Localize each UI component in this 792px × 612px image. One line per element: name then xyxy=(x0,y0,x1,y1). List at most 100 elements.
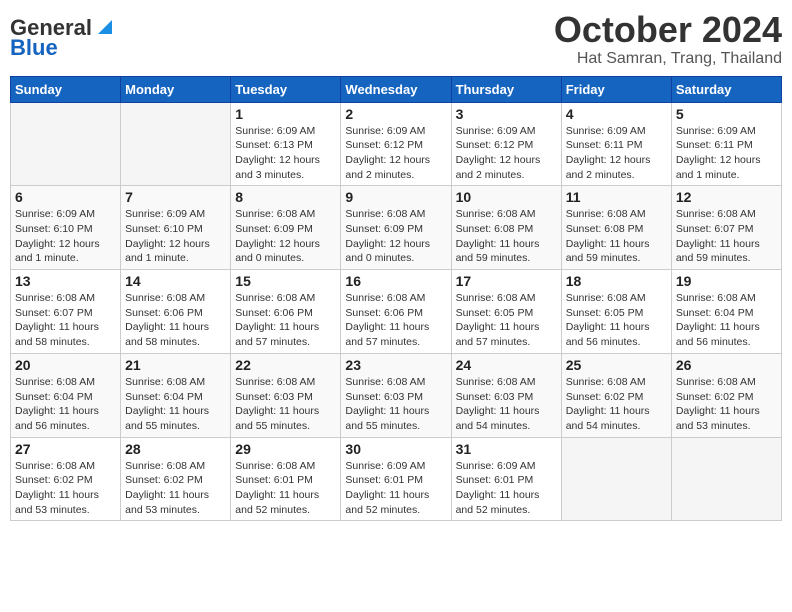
day-info: Sunrise: 6:08 AMSunset: 6:02 PMDaylight:… xyxy=(125,459,226,518)
day-number: 5 xyxy=(676,106,777,122)
calendar-cell: 6 Sunrise: 6:09 AMSunset: 6:10 PMDaylight… xyxy=(11,186,121,270)
day-number: 18 xyxy=(566,273,667,289)
day-info: Sunrise: 6:08 AMSunset: 6:08 PMDaylight:… xyxy=(566,207,667,266)
calendar-week-row: 6 Sunrise: 6:09 AMSunset: 6:10 PMDaylight… xyxy=(11,186,782,270)
day-number: 20 xyxy=(15,357,116,373)
calendar-cell: 27 Sunrise: 6:08 AMSunset: 6:02 PMDayligh… xyxy=(11,437,121,521)
weekday-header-saturday: Saturday xyxy=(671,76,781,102)
day-info: Sunrise: 6:09 AMSunset: 6:01 PMDaylight:… xyxy=(456,459,557,518)
day-number: 29 xyxy=(235,441,336,457)
weekday-header-wednesday: Wednesday xyxy=(341,76,451,102)
day-info: Sunrise: 6:08 AMSunset: 6:04 PMDaylight:… xyxy=(125,375,226,434)
calendar-cell: 29 Sunrise: 6:08 AMSunset: 6:01 PMDayligh… xyxy=(231,437,341,521)
day-info: Sunrise: 6:09 AMSunset: 6:12 PMDaylight:… xyxy=(345,124,446,183)
day-number: 21 xyxy=(125,357,226,373)
day-info: Sunrise: 6:09 AMSunset: 6:12 PMDaylight:… xyxy=(456,124,557,183)
day-number: 9 xyxy=(345,189,446,205)
calendar-week-row: 13Sunrise: 6:08 AMSunset: 6:07 PMDayligh… xyxy=(11,270,782,354)
calendar-cell: 19 Sunrise: 6:08 AMSunset: 6:04 PMDayligh… xyxy=(671,270,781,354)
calendar-cell: 26 Sunrise: 6:08 AMSunset: 6:02 PMDayligh… xyxy=(671,353,781,437)
calendar-cell: 28 Sunrise: 6:08 AMSunset: 6:02 PMDayligh… xyxy=(121,437,231,521)
day-number: 24 xyxy=(456,357,557,373)
day-info: Sunrise: 6:08 AMSunset: 6:08 PMDaylight:… xyxy=(456,207,557,266)
day-number: 2 xyxy=(345,106,446,122)
day-info: Sunrise: 6:08 AMSunset: 6:09 PMDaylight:… xyxy=(345,207,446,266)
calendar-cell: 1 Sunrise: 6:09 AMSunset: 6:13 PMDaylight… xyxy=(231,102,341,186)
day-number: 10 xyxy=(456,189,557,205)
logo: General Blue xyxy=(10,15,116,61)
calendar-cell: 11Sunrise: 6:08 AMSunset: 6:08 PMDayligh… xyxy=(561,186,671,270)
calendar-week-row: 20 Sunrise: 6:08 AMSunset: 6:04 PMDayligh… xyxy=(11,353,782,437)
day-number: 13 xyxy=(15,273,116,289)
day-info: Sunrise: 6:08 AMSunset: 6:03 PMDaylight:… xyxy=(456,375,557,434)
day-info: Sunrise: 6:08 AMSunset: 6:06 PMDaylight:… xyxy=(345,291,446,350)
calendar-cell: 21 Sunrise: 6:08 AMSunset: 6:04 PMDayligh… xyxy=(121,353,231,437)
location-subtitle: Hat Samran, Trang, Thailand xyxy=(554,50,782,68)
day-info: Sunrise: 6:08 AMSunset: 6:02 PMDaylight:… xyxy=(676,375,777,434)
calendar-cell: 18 Sunrise: 6:08 AMSunset: 6:05 PMDayligh… xyxy=(561,270,671,354)
day-info: Sunrise: 6:09 AMSunset: 6:10 PMDaylight:… xyxy=(125,207,226,266)
title-area: October 2024 Hat Samran, Trang, Thailand xyxy=(554,10,782,68)
day-number: 16 xyxy=(345,273,446,289)
day-info: Sunrise: 6:08 AMSunset: 6:05 PMDaylight:… xyxy=(456,291,557,350)
day-number: 12 xyxy=(676,189,777,205)
day-number: 4 xyxy=(566,106,667,122)
calendar-cell: 20 Sunrise: 6:08 AMSunset: 6:04 PMDayligh… xyxy=(11,353,121,437)
month-title: October 2024 xyxy=(554,10,782,50)
calendar-cell: 17 Sunrise: 6:08 AMSunset: 6:05 PMDayligh… xyxy=(451,270,561,354)
calendar-cell: 22Sunrise: 6:08 AMSunset: 6:03 PMDayligh… xyxy=(231,353,341,437)
day-number: 8 xyxy=(235,189,336,205)
weekday-header-thursday: Thursday xyxy=(451,76,561,102)
day-number: 23 xyxy=(345,357,446,373)
day-info: Sunrise: 6:09 AMSunset: 6:11 PMDaylight:… xyxy=(566,124,667,183)
calendar-cell: 16 Sunrise: 6:08 AMSunset: 6:06 PMDayligh… xyxy=(341,270,451,354)
day-info: Sunrise: 6:08 AMSunset: 6:06 PMDaylight:… xyxy=(235,291,336,350)
weekday-header-row: SundayMondayTuesdayWednesdayThursdayFrid… xyxy=(11,76,782,102)
calendar-cell: 2 Sunrise: 6:09 AMSunset: 6:12 PMDaylight… xyxy=(341,102,451,186)
day-number: 25 xyxy=(566,357,667,373)
day-number: 3 xyxy=(456,106,557,122)
day-number: 17 xyxy=(456,273,557,289)
day-info: Sunrise: 6:08 AMSunset: 6:02 PMDaylight:… xyxy=(566,375,667,434)
day-info: Sunrise: 6:08 AMSunset: 6:05 PMDaylight:… xyxy=(566,291,667,350)
day-number: 19 xyxy=(676,273,777,289)
calendar-cell xyxy=(671,437,781,521)
day-info: Sunrise: 6:09 AMSunset: 6:13 PMDaylight:… xyxy=(235,124,336,183)
day-number: 6 xyxy=(15,189,116,205)
weekday-header-sunday: Sunday xyxy=(11,76,121,102)
day-info: Sunrise: 6:08 AMSunset: 6:09 PMDaylight:… xyxy=(235,207,336,266)
weekday-header-friday: Friday xyxy=(561,76,671,102)
calendar-table: SundayMondayTuesdayWednesdayThursdayFrid… xyxy=(10,76,782,522)
day-number: 27 xyxy=(15,441,116,457)
calendar-cell: 31Sunrise: 6:09 AMSunset: 6:01 PMDayligh… xyxy=(451,437,561,521)
day-number: 1 xyxy=(235,106,336,122)
page-header: General Blue October 2024 Hat Samran, Tr… xyxy=(10,10,782,68)
calendar-cell: 25 Sunrise: 6:08 AMSunset: 6:02 PMDayligh… xyxy=(561,353,671,437)
calendar-cell: 24 Sunrise: 6:08 AMSunset: 6:03 PMDayligh… xyxy=(451,353,561,437)
day-info: Sunrise: 6:08 AMSunset: 6:04 PMDaylight:… xyxy=(15,375,116,434)
calendar-cell: 30Sunrise: 6:09 AMSunset: 6:01 PMDayligh… xyxy=(341,437,451,521)
calendar-cell: 23 Sunrise: 6:08 AMSunset: 6:03 PMDayligh… xyxy=(341,353,451,437)
day-number: 30 xyxy=(345,441,446,457)
logo-arrow-icon xyxy=(94,16,116,38)
calendar-cell: 13Sunrise: 6:08 AMSunset: 6:07 PMDayligh… xyxy=(11,270,121,354)
calendar-cell: 15 Sunrise: 6:08 AMSunset: 6:06 PMDayligh… xyxy=(231,270,341,354)
day-info: Sunrise: 6:08 AMSunset: 6:02 PMDaylight:… xyxy=(15,459,116,518)
day-info: Sunrise: 6:08 AMSunset: 6:01 PMDaylight:… xyxy=(235,459,336,518)
calendar-week-row: 1 Sunrise: 6:09 AMSunset: 6:13 PMDaylight… xyxy=(11,102,782,186)
calendar-cell: 7 Sunrise: 6:09 AMSunset: 6:10 PMDaylight… xyxy=(121,186,231,270)
day-number: 28 xyxy=(125,441,226,457)
day-number: 15 xyxy=(235,273,336,289)
day-number: 22 xyxy=(235,357,336,373)
day-number: 26 xyxy=(676,357,777,373)
day-info: Sunrise: 6:08 AMSunset: 6:04 PMDaylight:… xyxy=(676,291,777,350)
day-info: Sunrise: 6:09 AMSunset: 6:11 PMDaylight:… xyxy=(676,124,777,183)
day-number: 7 xyxy=(125,189,226,205)
calendar-cell: 5 Sunrise: 6:09 AMSunset: 6:11 PMDaylight… xyxy=(671,102,781,186)
calendar-cell: 4 Sunrise: 6:09 AMSunset: 6:11 PMDaylight… xyxy=(561,102,671,186)
day-number: 14 xyxy=(125,273,226,289)
day-info: Sunrise: 6:08 AMSunset: 6:07 PMDaylight:… xyxy=(676,207,777,266)
day-info: Sunrise: 6:08 AMSunset: 6:03 PMDaylight:… xyxy=(345,375,446,434)
day-info: Sunrise: 6:09 AMSunset: 6:10 PMDaylight:… xyxy=(15,207,116,266)
calendar-cell xyxy=(11,102,121,186)
